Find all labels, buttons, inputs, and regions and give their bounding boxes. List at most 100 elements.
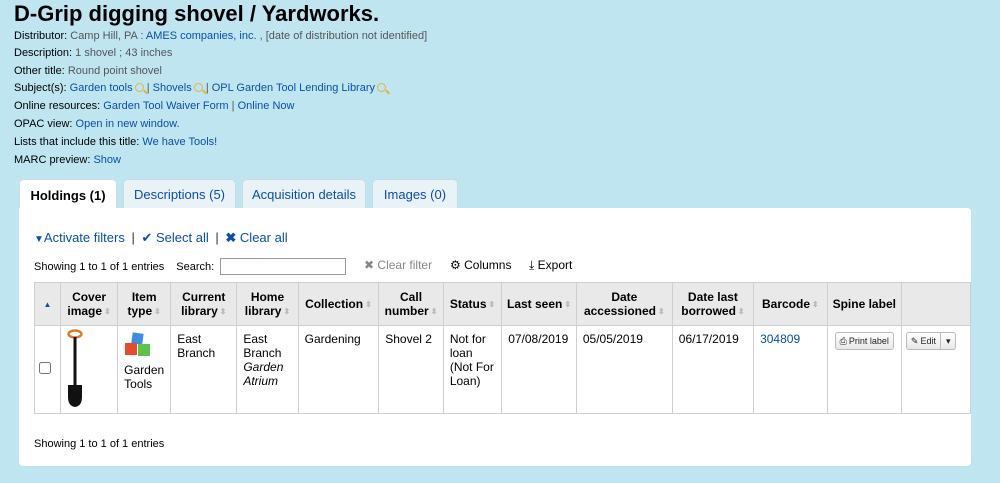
search-icon[interactable] xyxy=(134,83,144,92)
header-last-seen[interactable]: Last seen ⬍ xyxy=(501,282,577,326)
print-label-button[interactable]: ⎙ Print label xyxy=(834,332,894,350)
opac-line: OPAC view: Open in new window. xyxy=(14,118,180,130)
description-line: Description: 1 shovel ; 43 inches xyxy=(14,47,172,59)
status-cell: Not for loan (Not For Loan) xyxy=(442,325,503,414)
header-call-number[interactable]: Call number ⬍ xyxy=(378,282,444,326)
item-type-text: Garden Tools xyxy=(124,363,165,391)
table-row: Garden Tools East Branch East Branch Gar… xyxy=(34,325,972,414)
distributor-place: Camp Hill, PA : xyxy=(70,30,144,42)
distributor-label: Distributor: xyxy=(14,30,68,42)
item-type-cell: Garden Tools xyxy=(117,325,172,414)
select-column-header[interactable]: ▲ xyxy=(34,282,61,326)
download-icon: ⤓ xyxy=(529,258,535,272)
home-library-name: East Branch xyxy=(243,332,282,360)
call-number-cell: Shovel 2 xyxy=(378,325,444,414)
edit-dropdown-toggle[interactable]: ▾ xyxy=(940,332,957,350)
header-actions xyxy=(900,282,972,326)
export-label: Export xyxy=(537,258,573,272)
barcode-cell: 304809 xyxy=(753,325,828,414)
marc-label: MARC preview: xyxy=(14,154,91,166)
waiver-form-link[interactable]: Garden Tool Waiver Form xyxy=(103,100,228,112)
toolbar-separator: | xyxy=(215,230,219,245)
cover-image-cell xyxy=(59,325,119,414)
print-icon: ⎙ xyxy=(839,336,847,346)
spine-label-cell: ⎙ Print label xyxy=(826,325,902,414)
search-icon[interactable] xyxy=(377,83,387,92)
gear-icon: ⚙ xyxy=(450,258,461,272)
opac-label: OPAC view: xyxy=(14,118,73,130)
other-title-label: Other title: xyxy=(14,65,65,77)
home-library-location: Garden Atrium xyxy=(243,360,284,388)
header-cover-image[interactable]: Cover image ⬍ xyxy=(59,282,119,326)
tab-acquisition-details[interactable]: Acquisition details xyxy=(242,179,366,208)
online-resources-label: Online resources: xyxy=(14,100,101,112)
collection-cell: Gardening xyxy=(297,325,380,414)
header-date-last-borrowed[interactable]: Date last borrowed ⬍ xyxy=(671,282,755,326)
holdings-table: ▲ Cover image ⬍ Item type ⬍ Current librar… xyxy=(34,282,972,414)
header-collection[interactable]: Collection ⬍ xyxy=(297,282,380,326)
date-last-borrowed-cell: 06/17/2019 xyxy=(671,325,755,414)
entries-info-top: Showing 1 to 1 of 1 entries xyxy=(34,260,165,273)
filter-icon[interactable]: ▼ xyxy=(34,234,44,245)
header-status[interactable]: Status ⬍ xyxy=(442,282,503,326)
select-all-link[interactable]: Select all xyxy=(156,230,209,245)
export-button[interactable]: ⤓ Export xyxy=(529,258,572,273)
clear-filter-label: Clear filter xyxy=(377,258,433,272)
current-library-cell: East Branch xyxy=(170,325,238,414)
tab-images[interactable]: Images (0) xyxy=(372,179,458,208)
distributor-link[interactable]: AMES companies, inc. xyxy=(146,30,257,42)
opac-link[interactable]: Open in new window. xyxy=(76,118,180,130)
selection-toolbar: ▼Activate filters | ✔ Select all | ✖ Cle… xyxy=(34,230,288,246)
header-spine-label: Spine label xyxy=(826,282,902,326)
list-link[interactable]: We have Tools! xyxy=(142,136,217,148)
table-header-row: ▲ Cover image ⬍ Item type ⬍ Current librar… xyxy=(34,282,972,326)
date-accessioned-cell: 05/05/2019 xyxy=(575,325,673,414)
check-icon[interactable]: ✔ xyxy=(141,230,152,245)
distributor-date: , [date of distribution not identified] xyxy=(259,30,428,42)
home-library-cell: East Branch Garden Atrium xyxy=(236,325,299,414)
edit-button-group: ✎ Edit ▾ xyxy=(905,332,957,350)
row-checkbox[interactable] xyxy=(39,362,51,374)
edit-button[interactable]: ✎ Edit xyxy=(905,332,941,350)
subject-link-garden-tools[interactable]: Garden tools xyxy=(70,82,133,94)
description-value: 1 shovel ; 43 inches xyxy=(75,47,173,59)
distributor-line: Distributor: Camp Hill, PA : AMES compan… xyxy=(14,30,427,42)
header-item-type[interactable]: Item type ⬍ xyxy=(117,282,172,326)
last-seen-cell: 07/08/2019 xyxy=(501,325,577,414)
other-title-value: Round point shovel xyxy=(67,65,162,77)
subjects-line: Subject(s): Garden tools | Shovels | OPL… xyxy=(14,82,387,94)
page-title: D-Grip digging shovel / Yardworks. xyxy=(14,1,380,26)
header-date-accessioned[interactable]: Date accessioned ⬍ xyxy=(575,282,673,326)
clear-filter-button[interactable]: ✖ Clear filter xyxy=(364,258,432,272)
header-current-library[interactable]: Current library ⬍ xyxy=(170,282,238,326)
pencil-icon: ✎ xyxy=(910,336,919,346)
columns-button[interactable]: ⚙ Columns xyxy=(450,258,511,272)
select-cell xyxy=(34,325,61,414)
description-label: Description: xyxy=(14,47,73,59)
tab-descriptions[interactable]: Descriptions (5) xyxy=(123,179,236,208)
shovel-cover-image xyxy=(67,329,83,407)
header-barcode[interactable]: Barcode ⬍ xyxy=(753,282,828,326)
sort-asc-icon: ▲ xyxy=(43,300,52,309)
lists-line: Lists that include this title: We have T… xyxy=(14,136,217,148)
lists-label: Lists that include this title: xyxy=(14,136,140,148)
online-resources-line: Online resources: Garden Tool Waiver For… xyxy=(14,100,294,112)
tab-holdings[interactable]: Holdings (1) xyxy=(19,179,117,210)
activate-filters-link[interactable]: Activate filters xyxy=(44,230,125,245)
marc-show-link[interactable]: Show xyxy=(93,154,121,166)
subject-link-shovels[interactable]: Shovels xyxy=(153,82,192,94)
online-now-link[interactable]: Online Now xyxy=(238,100,295,112)
subject-link-opl-library[interactable]: OPL Garden Tool Lending Library xyxy=(212,82,375,94)
times-icon[interactable]: ✖ xyxy=(225,230,236,245)
search-icon[interactable] xyxy=(193,83,203,92)
search-input[interactable] xyxy=(220,258,347,275)
subjects-label: Subject(s): xyxy=(14,82,67,94)
barcode-link[interactable]: 304809 xyxy=(760,332,800,346)
clear-filter-icon: ✖ xyxy=(364,258,375,272)
actions-cell: ✎ Edit ▾ xyxy=(900,325,972,414)
cubes-icon xyxy=(125,332,151,356)
header-home-library[interactable]: Home library ⬍ xyxy=(236,282,299,326)
marc-line: MARC preview: Show xyxy=(14,154,121,166)
clear-all-link[interactable]: Clear all xyxy=(240,230,288,245)
columns-label: Columns xyxy=(464,258,512,272)
